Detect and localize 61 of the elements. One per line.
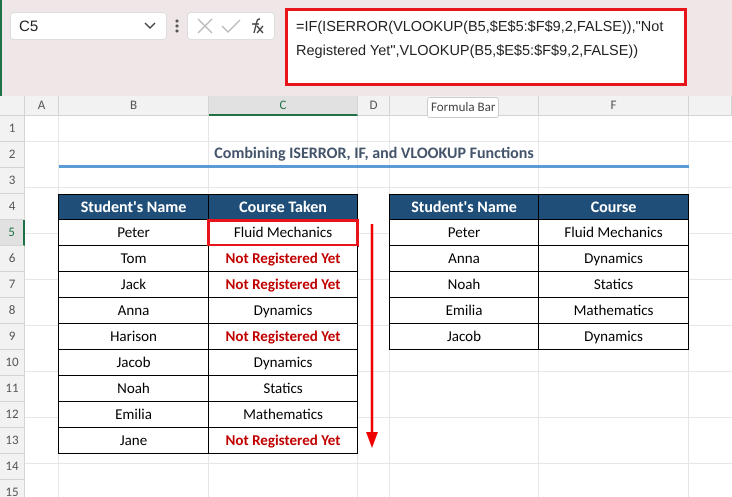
table-cell: Noah [389,272,539,298]
row-header[interactable]: 15 [0,480,25,497]
row-header[interactable]: 4 [0,194,25,220]
row-header[interactable]: 7 [0,272,25,298]
name-box[interactable]: C5 [10,12,167,40]
table-cell: Not Registered Yet [208,272,358,298]
table-cell: Dynamics [538,324,689,350]
row-header[interactable]: 9 [0,324,25,350]
table-cell: Anna [58,298,209,324]
table-cell: Fluid Mechanics [208,220,358,246]
formula-text: =IF(ISERROR(VLOOKUP(B5,$E$5:$F$9,2,FALSE)),"Not Registered Yet",VLOOKUP(B5,$E$5:$F$9,2,FALSE)) [296,18,664,61]
chevron-down-icon[interactable] [144,22,156,30]
row-header[interactable]: 11 [0,376,25,402]
formula-field[interactable]: =IF(ISERROR(VLOOKUP(B5,$E$5:$F$9,2,FALSE)),"Not Registered Yet",VLOOKUP(B5,$E$5:$F$9,2,FALSE)) [285,8,687,86]
table-header: Course Taken [208,194,358,220]
column-header[interactable]: F [539,96,689,116]
cell-reference: C5 [19,18,38,34]
table-cell: Not Registered Yet [208,428,358,454]
column-header[interactable]: C [209,96,358,116]
check-icon[interactable] [220,18,241,34]
table-cell: Dynamics [538,246,689,272]
table-cell: Statics [538,272,689,298]
table-cell: Statics [208,376,358,402]
row-header[interactable]: 14 [0,454,25,480]
column-header[interactable]: A [25,96,59,116]
row-header[interactable]: 13 [0,428,25,454]
table-cell: Jane [58,428,209,454]
table-header: Student's Name [389,194,539,220]
column-header[interactable]: D [358,96,390,116]
table-cell: Mathematics [538,298,689,324]
row-header[interactable]: 10 [0,350,25,376]
table-cell: Mathematics [208,402,358,428]
table-cell: Noah [58,376,209,402]
table-cell: Peter [58,220,209,246]
row-header[interactable]: 6 [0,246,25,272]
table-cell: Fluid Mechanics [538,220,689,246]
row-header[interactable]: 2 [0,142,25,168]
row-header[interactable]: 5 [0,220,25,246]
table-cell: Emilia [58,402,209,428]
table-cell: Jack [58,272,209,298]
table-cell: Not Registered Yet [208,324,358,350]
row-header[interactable]: 1 [0,116,25,142]
sheet-title: Combining ISERROR, IF, and VLOOKUP Functions [59,142,689,168]
table-cell: Jacob [58,350,209,376]
table-header: Student's Name [58,194,209,220]
table-cell: Not Registered Yet [208,246,358,272]
table-cell: Jacob [389,324,539,350]
more-options-icon[interactable] [175,18,179,34]
table-cell: Anna [389,246,539,272]
table-cell: Peter [389,220,539,246]
table-cell: Harison [58,324,209,350]
table-cell: Dynamics [208,298,358,324]
row-header[interactable]: 12 [0,402,25,428]
table-header: Course [538,194,689,220]
tooltip: Formula Bar [427,97,500,118]
column-header[interactable]: B [59,96,209,116]
table-cell: Dynamics [208,350,358,376]
table-cell: Tom [58,246,209,272]
row-header[interactable]: 3 [0,168,25,194]
table-cell: Emilia [389,298,539,324]
row-header[interactable]: 8 [0,298,25,324]
